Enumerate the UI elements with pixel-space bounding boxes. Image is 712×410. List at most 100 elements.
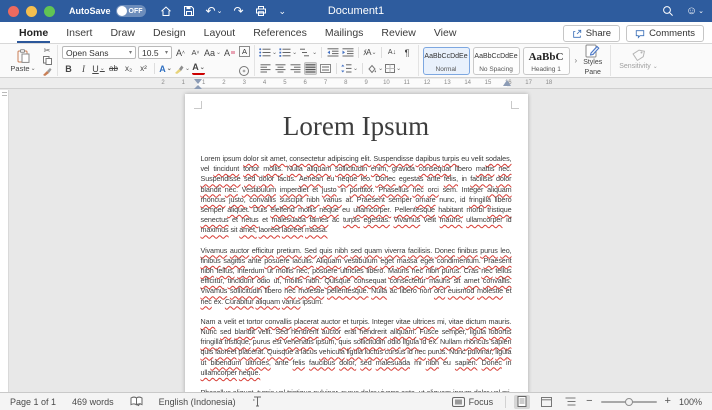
misspelled-word: egestas.: [363, 215, 390, 225]
paste-button[interactable]: Paste ⌄: [8, 48, 38, 73]
text-effects-button[interactable]: A ⌄: [159, 62, 172, 75]
align-left-button[interactable]: [259, 62, 272, 75]
comments-button[interactable]: Comments: [626, 25, 704, 42]
zoom-slider[interactable]: [600, 397, 657, 406]
tab-mailings[interactable]: Mailings: [316, 22, 373, 43]
tab-view[interactable]: View: [425, 22, 466, 43]
tab-review[interactable]: Review: [372, 22, 424, 43]
tab-design[interactable]: Design: [144, 22, 195, 43]
styles-pane-button[interactable]: Styles Pane: [579, 44, 606, 76]
search-button[interactable]: [662, 5, 674, 17]
ruler-number: 11: [403, 80, 410, 86]
tab-home[interactable]: Home: [10, 22, 57, 43]
multilevel-list-button[interactable]: ⌄: [299, 46, 317, 59]
share-button[interactable]: Share: [562, 25, 621, 42]
bold-button[interactable]: B: [62, 62, 75, 75]
bullets-button[interactable]: ⌄: [259, 46, 277, 59]
print-button[interactable]: [255, 5, 267, 17]
style-normal[interactable]: AaBbCcDdEe Normal: [422, 46, 470, 75]
ruler-number: 12: [423, 80, 431, 86]
clear-formatting-button[interactable]: A: [223, 46, 236, 59]
misspelled-word: sollicitudin: [353, 337, 386, 347]
spellcheck-status-button[interactable]: [130, 396, 143, 407]
autosave-toggle[interactable]: OFF: [115, 5, 146, 17]
style-heading-1[interactable]: AaBbC Heading 1: [522, 46, 570, 75]
decrease-indent-button[interactable]: [326, 46, 339, 59]
subscript-button[interactable]: x₂: [122, 62, 135, 75]
print-layout-view-button[interactable]: [514, 394, 531, 409]
shrink-font-button[interactable]: A ˅: [189, 46, 202, 59]
show-formatting-button[interactable]: ¶: [401, 46, 414, 59]
misspelled-word: consequat: [418, 164, 451, 174]
undo-button[interactable]: ↶ ⌄: [206, 5, 223, 17]
feedback-button[interactable]: ☺ ⌄: [686, 5, 704, 17]
redo-button[interactable]: ↷: [233, 5, 243, 17]
customize-toolbar-button[interactable]: ⌄: [278, 6, 287, 16]
justify-button[interactable]: [304, 62, 318, 75]
save-button[interactable]: [183, 5, 195, 17]
underline-button[interactable]: U ⌄: [92, 62, 105, 75]
italic-button[interactable]: I: [77, 62, 90, 75]
change-case-button[interactable]: Aa ⌄: [204, 46, 221, 59]
misspelled-word: Suspendisse: [200, 174, 241, 184]
cut-button[interactable]: ✂: [41, 45, 53, 55]
misspelled-word: mauris.: [488, 316, 512, 326]
misspelled-word: varius: [281, 296, 301, 306]
line-spacing-button[interactable]: ⌄: [341, 62, 358, 75]
sort-button[interactable]: A↓: [386, 46, 399, 59]
zoom-slider-thumb[interactable]: [624, 397, 633, 406]
numbering-button[interactable]: ⌄: [279, 46, 297, 59]
superscript-button[interactable]: x²: [137, 62, 150, 75]
font-size-select[interactable]: 10.5 ▾: [138, 46, 172, 59]
minimize-window-button[interactable]: [26, 5, 37, 17]
zoom-out-button[interactable]: −: [586, 396, 592, 407]
increase-indent-button[interactable]: [341, 46, 354, 59]
text-prediction-button[interactable]: [252, 396, 263, 407]
font-name-select[interactable]: Open Sans ▾: [62, 46, 136, 59]
shading-button[interactable]: ⌄: [367, 62, 383, 75]
language-button[interactable]: English (Indonesia): [159, 397, 236, 407]
format-painter-icon: [43, 67, 52, 76]
focus-mode-button[interactable]: Focus: [451, 396, 493, 407]
tab-layout[interactable]: Layout: [195, 22, 245, 43]
word-count-button[interactable]: 469 words: [72, 397, 114, 407]
outline-view-button[interactable]: [562, 395, 578, 409]
fullscreen-window-button[interactable]: [44, 5, 55, 17]
distribute-text-button[interactable]: [319, 62, 332, 75]
borders-button[interactable]: ⌄: [385, 62, 401, 75]
web-layout-view-button[interactable]: [538, 395, 554, 409]
grow-font-button[interactable]: A ˄: [174, 46, 187, 59]
style-no-spacing[interactable]: AaBbCcDdEe No Spacing: [472, 46, 520, 75]
autosave-control[interactable]: AutoSave OFF: [69, 5, 146, 17]
close-window-button[interactable]: [8, 5, 19, 17]
document-page[interactable]: Lorem Ipsum Lorem ipsum dolor sit amet, …: [184, 94, 528, 392]
paste-label: Paste: [10, 63, 30, 73]
sensitivity-button[interactable]: Sensitivity ⌄: [615, 49, 662, 71]
navigation-pane-strip[interactable]: [0, 90, 9, 392]
right-indent-marker[interactable]: [503, 80, 511, 86]
misspelled-word: finibus: [457, 245, 478, 255]
left-indent-marker[interactable]: [194, 79, 202, 84]
align-center-button[interactable]: [274, 62, 287, 75]
format-painter-button[interactable]: [41, 66, 53, 76]
zoom-level[interactable]: 100%: [679, 397, 702, 407]
asian-layout-button[interactable]: ﾒA ⌄: [363, 46, 376, 59]
titlebar: AutoSave OFF ↶ ⌄ ↷ ⌄ Document1 ☺ ⌄: [0, 0, 712, 22]
strikethrough-button[interactable]: ab: [107, 62, 120, 75]
phonetic-guide-button[interactable]: ⁎: [239, 65, 250, 76]
tab-insert[interactable]: Insert: [57, 22, 101, 43]
zoom-in-button[interactable]: +: [665, 396, 671, 407]
home-quick-button[interactable]: [160, 5, 172, 17]
styles-gallery-expand[interactable]: ›: [575, 56, 578, 65]
character-shading-button[interactable]: A: [239, 45, 251, 57]
align-right-button[interactable]: [289, 62, 302, 75]
font-color-button[interactable]: A ⌄: [192, 62, 206, 75]
misspelled-word: tristique,: [224, 337, 251, 347]
tab-references[interactable]: References: [244, 22, 316, 43]
tab-draw[interactable]: Draw: [101, 22, 144, 43]
page-count-button[interactable]: Page 1 of 1: [10, 397, 56, 407]
highlight-button[interactable]: ⌄: [174, 62, 190, 75]
copy-button[interactable]: [41, 56, 53, 66]
misspelled-word: aliquam: [255, 296, 280, 306]
misspelled-word: pellentesque.: [326, 286, 369, 296]
